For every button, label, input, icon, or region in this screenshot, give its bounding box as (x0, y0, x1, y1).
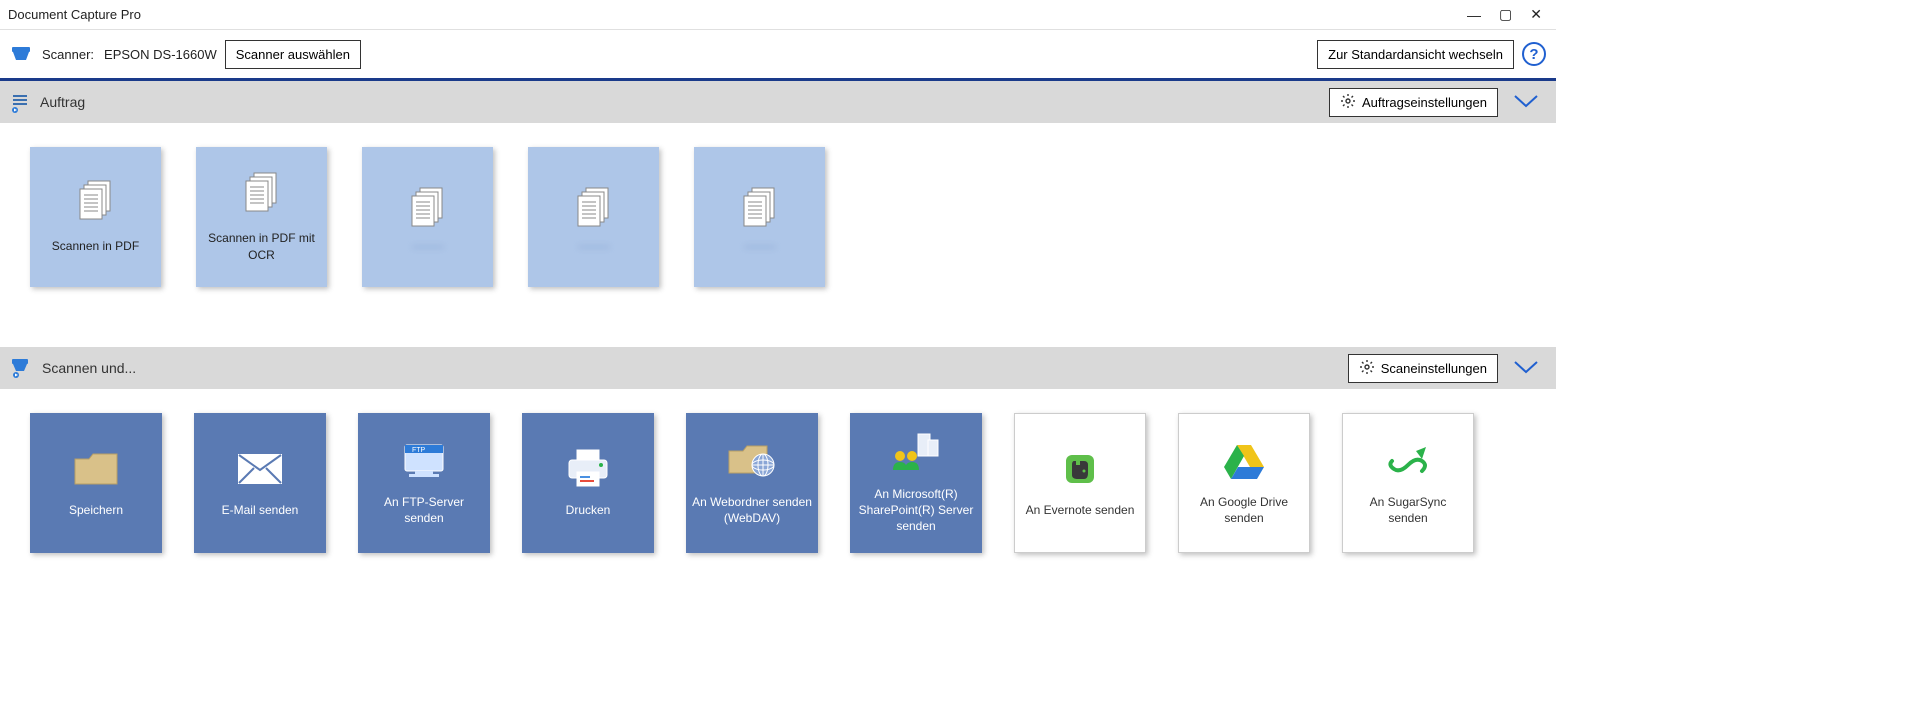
destination-tile[interactable]: An Microsoft(R) SharePoint(R) Server sen… (850, 413, 982, 553)
titlebar-controls: — ▢ ✕ (1467, 6, 1548, 23)
job-tile[interactable]: Scannen in PDF mit OCR (196, 147, 327, 287)
scanner-icon (10, 43, 32, 65)
document-stack-icon (76, 179, 116, 226)
help-icon[interactable]: ? (1522, 42, 1546, 66)
destination-tile[interactable]: An Evernote senden (1014, 413, 1146, 553)
job-tile[interactable] (694, 147, 825, 287)
destination-tile-label: An SugarSync senden (1343, 494, 1473, 526)
destination-tile-label: An FTP-Server senden (358, 494, 490, 526)
document-stack-icon (408, 186, 448, 233)
switch-view-button[interactable]: Zur Standardansicht wechseln (1317, 40, 1514, 69)
destination-tile[interactable]: An SugarSync senden (1342, 413, 1474, 553)
gear-icon (1340, 93, 1356, 112)
jobs-section-title: Auftrag (40, 94, 85, 110)
minimize-icon[interactable]: — (1467, 7, 1481, 23)
destination-tile[interactable]: Speichern (30, 413, 162, 553)
job-tile[interactable] (528, 147, 659, 287)
scan-section-title: Scannen und... (42, 360, 136, 376)
destination-tile-label: Drucken (560, 502, 617, 518)
webdav-icon (727, 440, 777, 482)
job-tile-label: Scannen in PDF (44, 238, 147, 254)
folder-icon (73, 448, 119, 490)
printer-icon (565, 448, 611, 490)
job-tile-label (578, 245, 610, 249)
destination-tile[interactable]: FTP An FTP-Server senden (358, 413, 490, 553)
job-tile-label (744, 245, 776, 249)
section-header-jobs: Auftrag Auftragseinstellungen (0, 81, 1556, 123)
close-icon[interactable]: ✕ (1530, 6, 1542, 23)
chevron-down-icon[interactable] (1506, 355, 1546, 381)
scan-settings-button[interactable]: Scaneinstellungen (1348, 354, 1498, 383)
mail-icon (238, 448, 282, 490)
document-stack-icon (242, 171, 282, 218)
document-stack-icon (574, 186, 614, 233)
job-settings-label: Auftragseinstellungen (1362, 95, 1487, 110)
job-settings-button[interactable]: Auftragseinstellungen (1329, 88, 1498, 117)
select-scanner-button[interactable]: Scanner auswählen (225, 40, 361, 69)
window-title: Document Capture Pro (8, 7, 1467, 22)
destination-tile[interactable]: E-Mail senden (194, 413, 326, 553)
destination-tile[interactable]: An Webordner senden (WebDAV) (686, 413, 818, 553)
scanner-name: EPSON DS-1660W (104, 47, 217, 62)
toolbar: Scanner: EPSON DS-1660W Scanner auswähle… (0, 30, 1556, 78)
section-header-scan: Scannen und... Scaneinstellungen (0, 347, 1556, 389)
scan-settings-label: Scaneinstellungen (1381, 361, 1487, 376)
document-stack-icon (740, 186, 780, 233)
destination-tile[interactable]: Drucken (522, 413, 654, 553)
destination-tile[interactable]: An Google Drive senden (1178, 413, 1310, 553)
sharepoint-icon (890, 432, 942, 474)
gear-icon (1359, 359, 1375, 378)
maximize-icon[interactable]: ▢ (1499, 6, 1512, 23)
job-tile[interactable] (362, 147, 493, 287)
titlebar: Document Capture Pro — ▢ ✕ (0, 0, 1556, 30)
sugarsync-icon (1386, 440, 1430, 482)
destination-tile-label: An Evernote senden (1020, 502, 1141, 518)
destinations-row: Speichern E-Mail senden FTP An FTP-Server s… (0, 389, 1556, 577)
scan-section-icon (10, 357, 34, 379)
scanner-label: Scanner: (42, 47, 94, 62)
destination-tile-label: An Microsoft(R) SharePoint(R) Server sen… (850, 486, 982, 535)
destination-tile-label: Speichern (63, 502, 129, 518)
job-tile-label (412, 245, 444, 249)
destination-tile-label: An Webordner senden (WebDAV) (686, 494, 818, 526)
chevron-down-icon[interactable] (1506, 89, 1546, 115)
jobs-row: Scannen in PDF Scannen in PDF mit OCR (0, 123, 1556, 347)
svg-text:FTP: FTP (412, 447, 426, 454)
ftp-icon: FTP (399, 440, 449, 482)
gdrive-icon (1224, 440, 1264, 482)
destination-tile-label: An Google Drive senden (1179, 494, 1309, 526)
evernote-icon (1062, 448, 1098, 490)
job-tile[interactable]: Scannen in PDF (30, 147, 161, 287)
destination-tile-label: E-Mail senden (216, 502, 305, 518)
job-tile-label: Scannen in PDF mit OCR (196, 230, 327, 262)
jobs-section-icon (10, 91, 32, 113)
